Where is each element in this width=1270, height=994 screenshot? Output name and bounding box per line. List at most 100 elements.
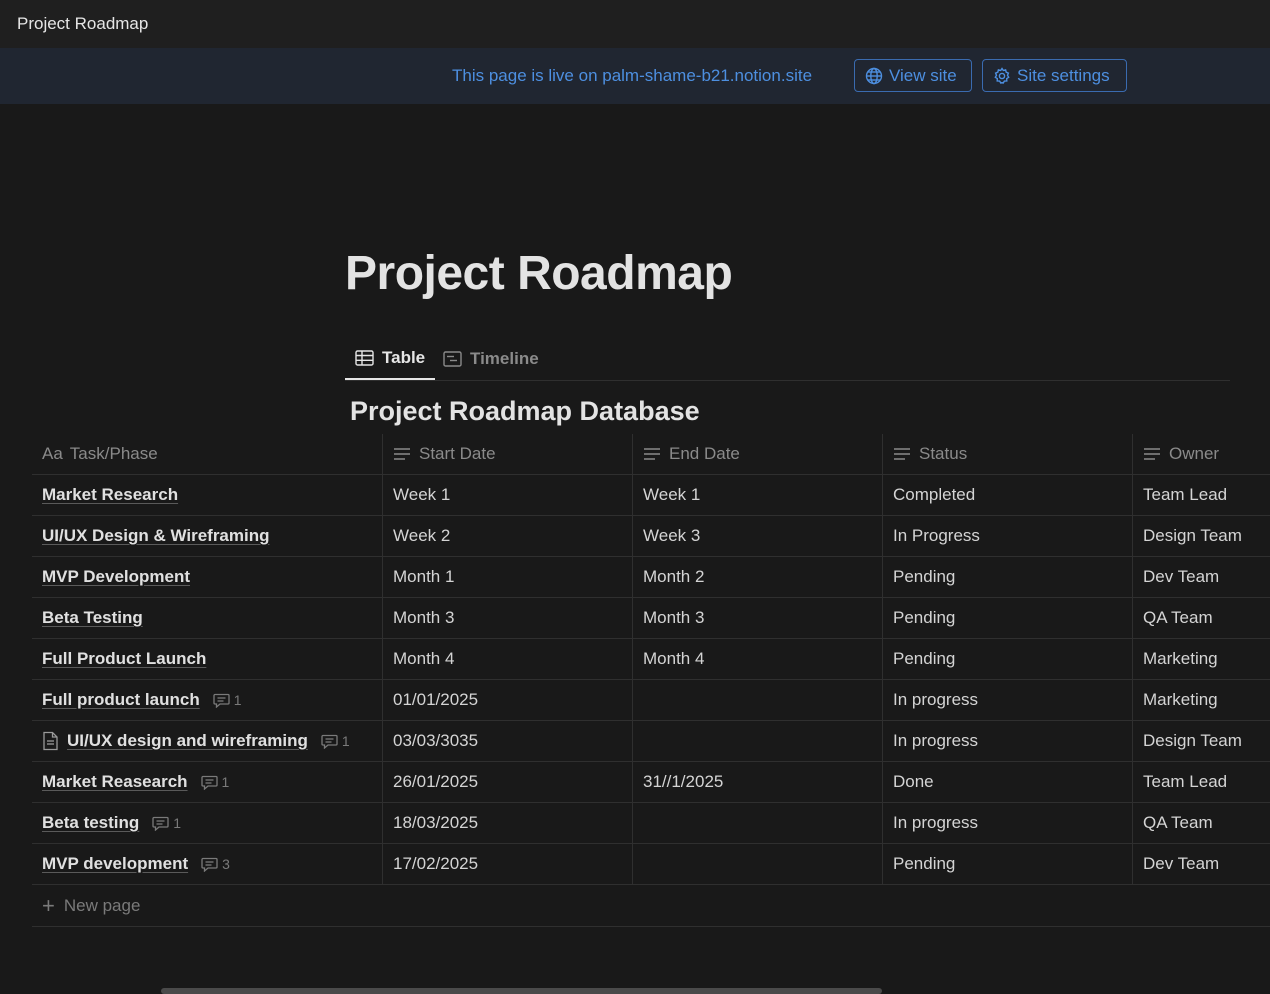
end-date-cell[interactable]: Week 3	[632, 516, 882, 556]
task-cell[interactable]: MVP development 3	[32, 844, 382, 884]
live-site-text[interactable]: This page is live on palm-shame-b21.noti…	[452, 66, 812, 86]
comment-count-value: 1	[233, 692, 242, 708]
start-date-cell[interactable]: Month 3	[382, 598, 632, 638]
column-header-owner[interactable]: Owner	[1132, 434, 1270, 474]
horizontal-scrollbar[interactable]	[161, 988, 882, 994]
new-page-button[interactable]: + New page	[32, 885, 1270, 927]
column-label-end-date: End Date	[669, 444, 740, 463]
task-link[interactable]: MVP development	[42, 854, 188, 874]
status-cell[interactable]: Done	[882, 762, 1132, 802]
task-link[interactable]: Beta testing	[42, 813, 139, 833]
owner-cell[interactable]: Design Team	[1132, 516, 1270, 556]
owner-cell[interactable]: QA Team	[1132, 598, 1270, 638]
end-date-cell[interactable]: Month 2	[632, 557, 882, 597]
end-date-cell[interactable]: Month 3	[632, 598, 882, 638]
site-settings-label: Site settings	[1017, 65, 1110, 85]
status-cell[interactable]: In progress	[882, 680, 1132, 720]
status-cell[interactable]: In progress	[882, 803, 1132, 843]
comment-count[interactable]: 1	[213, 692, 242, 708]
status-cell[interactable]: Pending	[882, 844, 1132, 884]
column-header-start-date[interactable]: Start Date	[382, 434, 632, 474]
comment-count[interactable]: 1	[200, 774, 230, 790]
column-label-owner: Owner	[1169, 444, 1220, 463]
tab-table[interactable]: Table	[345, 338, 436, 380]
comment-count-value: 1	[341, 733, 350, 749]
end-date-cell[interactable]: Month 4	[632, 639, 882, 679]
window-title: Project Roadmap	[17, 14, 149, 33]
task-cell[interactable]: Beta testing 1	[32, 803, 382, 843]
start-date-cell[interactable]: Month 4	[382, 639, 632, 679]
owner-cell[interactable]: QA Team	[1132, 803, 1270, 843]
start-date-cell[interactable]: 17/02/2025	[382, 844, 632, 884]
task-cell[interactable]: Full Product Launch	[32, 639, 382, 679]
database-title: Project Roadmap Database	[350, 396, 700, 426]
end-date-cell[interactable]: Week 1	[632, 475, 882, 515]
table-icon	[355, 350, 374, 366]
status-cell[interactable]: Pending	[882, 557, 1132, 597]
start-date-cell[interactable]: Week 2	[382, 516, 632, 556]
text-property-icon	[894, 448, 910, 460]
task-link[interactable]: Beta Testing	[42, 608, 143, 628]
start-date-cell[interactable]: 18/03/2025	[382, 803, 632, 843]
task-cell[interactable]: Market Reasearch 1	[32, 762, 382, 802]
timeline-icon	[443, 350, 462, 367]
task-link[interactable]: Market Research	[42, 485, 178, 505]
view-site-button[interactable]: View site	[854, 59, 972, 92]
start-date-cell[interactable]: 26/01/2025	[382, 762, 632, 802]
start-date-cell[interactable]: 01/01/2025	[382, 680, 632, 720]
task-cell[interactable]: Beta Testing	[32, 598, 382, 638]
owner-cell[interactable]: Design Team	[1132, 721, 1270, 761]
comment-count-value: 1	[173, 815, 182, 831]
owner-cell[interactable]: Team Lead	[1132, 475, 1270, 515]
status-cell[interactable]: Pending	[882, 639, 1132, 679]
task-cell[interactable]: UI/UX design and wireframing 1	[32, 721, 382, 761]
column-label-start-date: Start Date	[419, 444, 496, 463]
task-link[interactable]: Market Reasearch	[42, 772, 188, 792]
owner-cell[interactable]: Marketing	[1132, 639, 1270, 679]
title-property-icon: Aa	[42, 444, 63, 463]
owner-cell[interactable]: Dev Team	[1132, 844, 1270, 884]
table-row: Market Reasearch 1 26/01/2025 31//1/2025 Don…	[32, 762, 1270, 803]
column-label-task: Task/Phase	[69, 444, 158, 463]
status-cell[interactable]: In progress	[882, 721, 1132, 761]
comment-icon	[213, 693, 230, 708]
status-cell[interactable]: In Progress	[882, 516, 1132, 556]
site-settings-button[interactable]: Site settings	[982, 59, 1127, 92]
tab-timeline[interactable]: Timeline	[443, 338, 539, 379]
table-row: MVP development 3 17/02/2025 Pending Dev Tea…	[32, 844, 1270, 885]
start-date-cell[interactable]: Month 1	[382, 557, 632, 597]
column-header-end-date[interactable]: End Date	[632, 434, 882, 474]
comment-count-value: 1	[221, 774, 230, 790]
end-date-cell[interactable]	[632, 680, 882, 720]
end-date-cell[interactable]	[632, 803, 882, 843]
status-cell[interactable]: Pending	[882, 598, 1132, 638]
table-row: Beta testing 1 18/03/2025 In progress QA Tea…	[32, 803, 1270, 844]
task-cell[interactable]: MVP Development	[32, 557, 382, 597]
task-link[interactable]: Full product launch	[42, 690, 200, 710]
text-property-icon	[394, 448, 410, 460]
task-link[interactable]: UI/UX Design & Wireframing	[42, 526, 270, 546]
column-header-task[interactable]: Aa Task/Phase	[32, 434, 382, 474]
start-date-cell[interactable]: Week 1	[382, 475, 632, 515]
end-date-cell[interactable]: 31//1/2025	[632, 762, 882, 802]
task-link[interactable]: UI/UX design and wireframing	[67, 731, 308, 751]
end-date-cell[interactable]	[632, 844, 882, 884]
comment-count[interactable]: 1	[321, 733, 350, 749]
owner-cell[interactable]: Team Lead	[1132, 762, 1270, 802]
owner-cell[interactable]: Dev Team	[1132, 557, 1270, 597]
column-header-status[interactable]: Status	[882, 434, 1132, 474]
gear-icon	[994, 66, 1010, 84]
comment-count[interactable]: 3	[201, 856, 230, 872]
comment-count[interactable]: 1	[152, 815, 181, 831]
table-body: Market Research Week 1 Week 1 Completed Team…	[32, 475, 1270, 885]
task-cell[interactable]: UI/UX Design & Wireframing	[32, 516, 382, 556]
task-cell[interactable]: Market Research	[32, 475, 382, 515]
table-row: MVP Development Month 1 Month 2 Pending Dev …	[32, 557, 1270, 598]
task-cell[interactable]: Full product launch 1	[32, 680, 382, 720]
task-link[interactable]: Full Product Launch	[42, 649, 206, 669]
owner-cell[interactable]: Marketing	[1132, 680, 1270, 720]
status-cell[interactable]: Completed	[882, 475, 1132, 515]
end-date-cell[interactable]	[632, 721, 882, 761]
start-date-cell[interactable]: 03/03/3035	[382, 721, 632, 761]
task-link[interactable]: MVP Development	[42, 567, 190, 587]
